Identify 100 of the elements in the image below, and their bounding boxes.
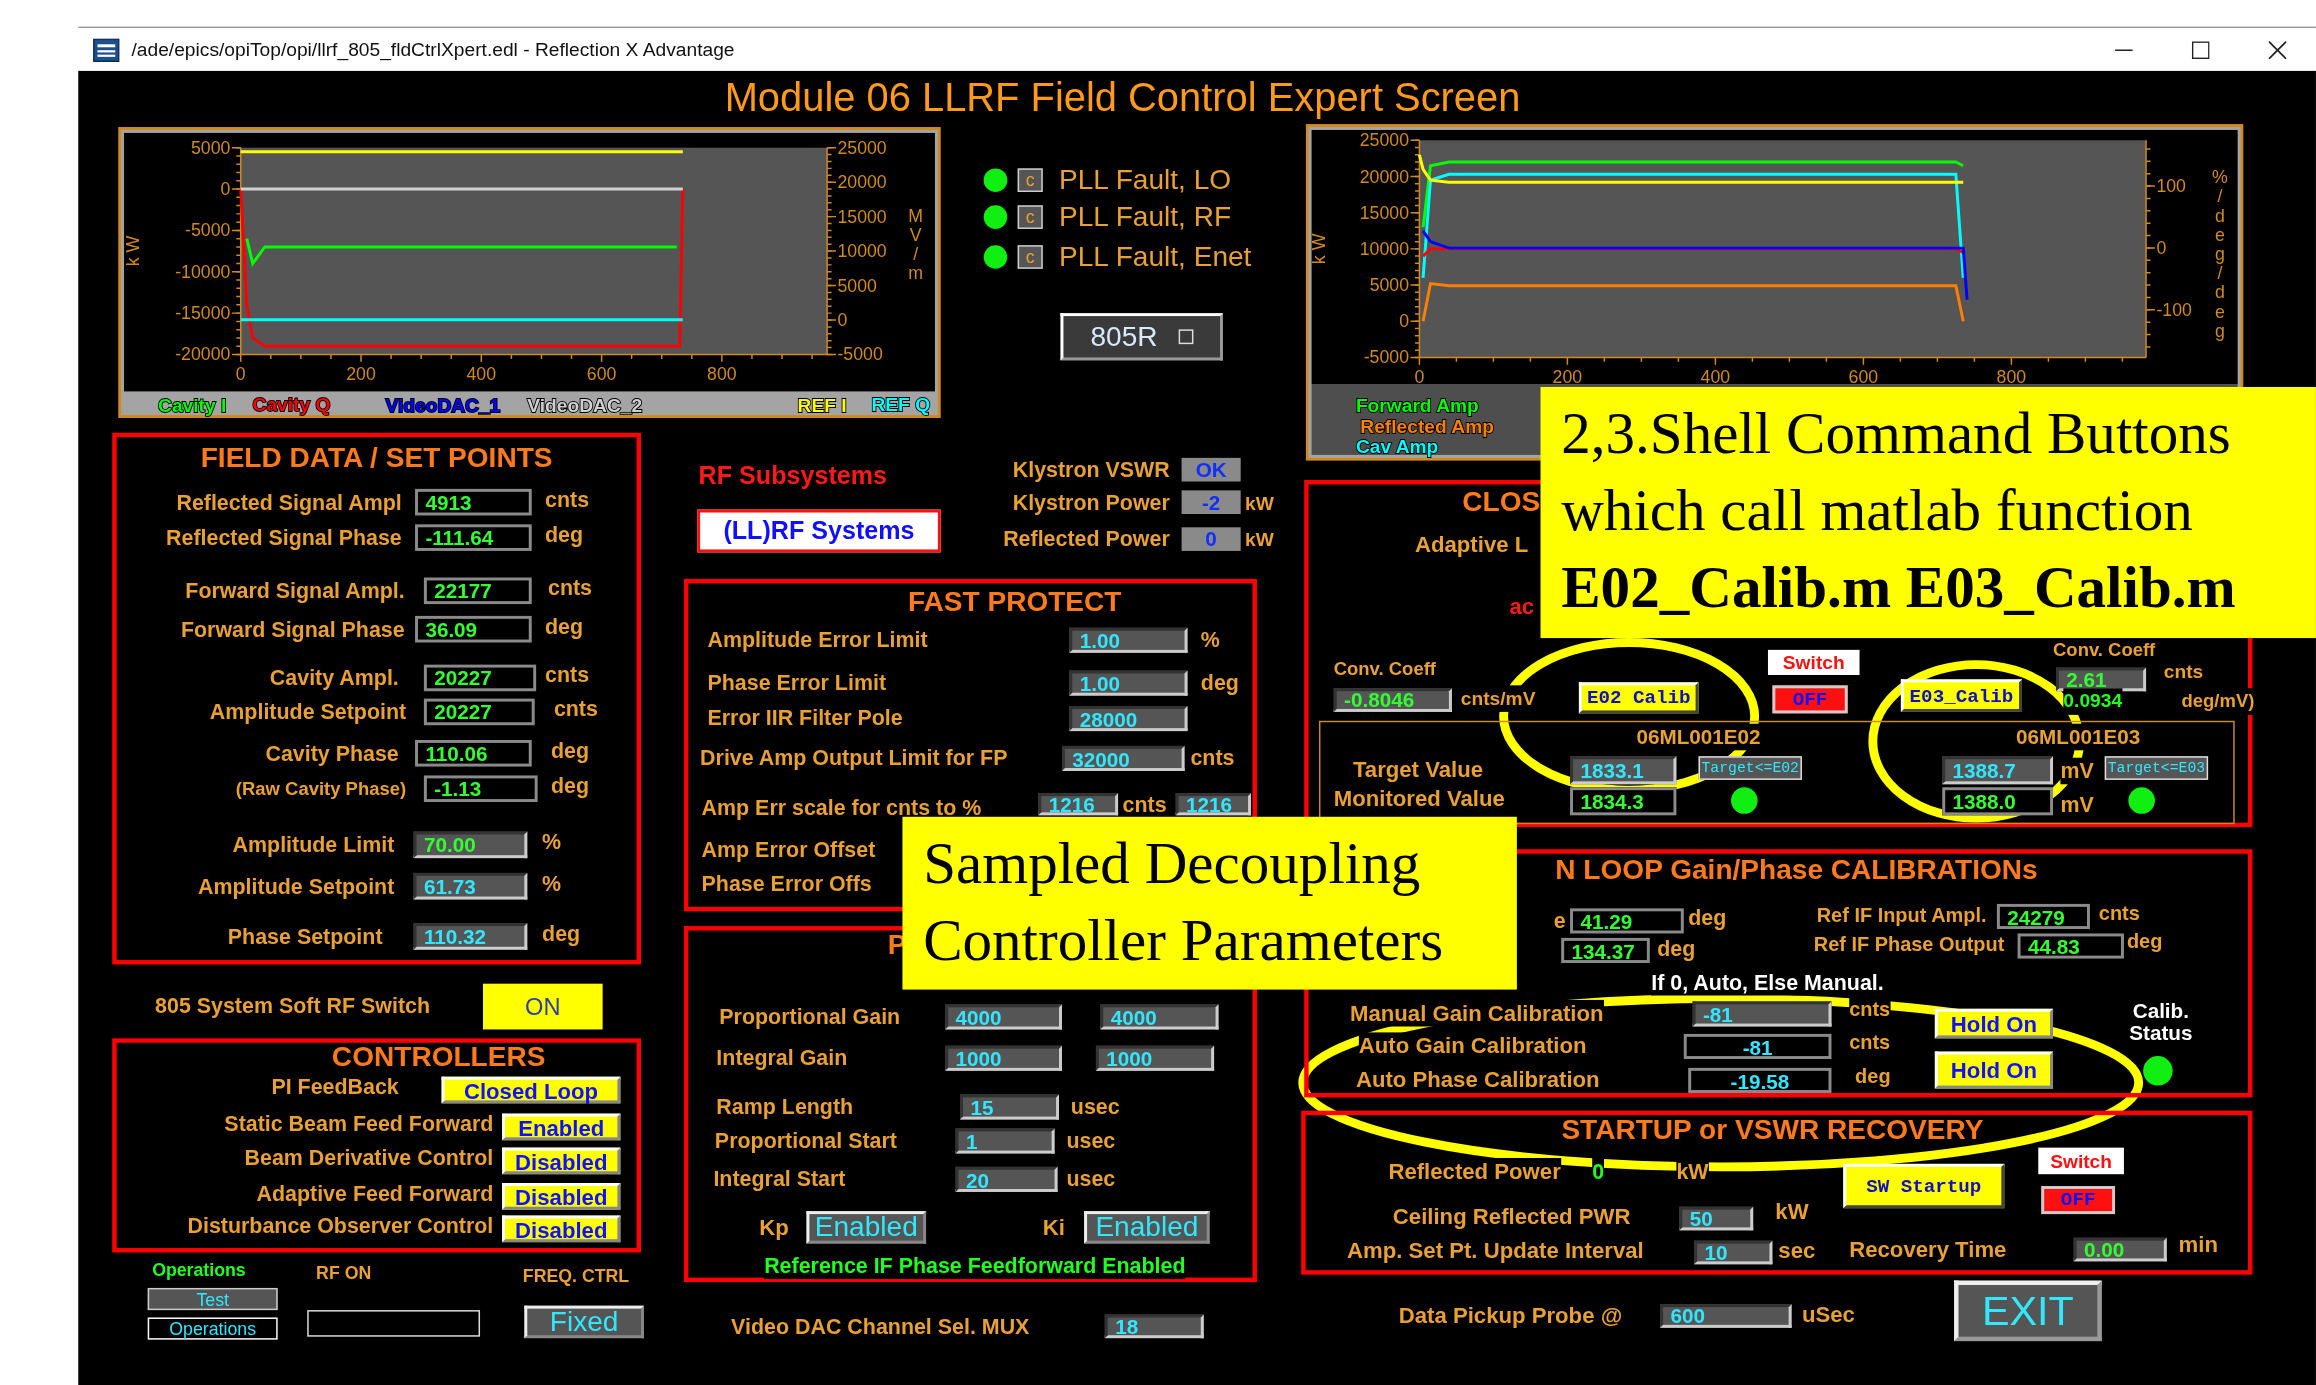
secondary-axis-tick-label: 5000 (837, 275, 877, 296)
input-field[interactable]: 1388.7 (1942, 756, 2054, 785)
toggle-button[interactable]: Enabled (502, 1113, 621, 1141)
label: cnts/mV (1460, 685, 1536, 712)
input-field[interactable]: 18 (1104, 1314, 1204, 1339)
status-display: OK (1181, 457, 1241, 482)
label: Manual Gain Calibration (1350, 999, 1604, 1027)
axis-tick-label: 400 (1700, 366, 1731, 387)
legend-label: REF Q (871, 393, 931, 415)
input-field[interactable]: 600 (1660, 1304, 1792, 1328)
input-field[interactable]: -0.8046 (1333, 688, 1452, 712)
command-button[interactable]: E03_Calib (1900, 679, 2022, 712)
station-button[interactable]: 805R (1060, 313, 1223, 361)
command-button[interactable]: SW Startup (1843, 1163, 2005, 1209)
axis-tick-label: 200 (346, 363, 376, 384)
input-field[interactable]: 0.00 (2073, 1237, 2167, 1262)
readout-field: 110.06 (415, 740, 532, 767)
legend-label: Cavity Q (252, 393, 331, 415)
input-field[interactable]: 15 (960, 1094, 1059, 1120)
input-field[interactable]: 1833.1 (1570, 756, 1677, 785)
command-button[interactable]: E02 Calib (1578, 682, 1699, 714)
input-field[interactable]: 1216 (1038, 793, 1119, 816)
input-field[interactable]: 1 (955, 1128, 1055, 1154)
legend-label: VideoDAC_1 (385, 395, 501, 417)
readout-field: 4913 (415, 488, 532, 516)
axis-tick-label: 25000 (1359, 130, 1410, 151)
callout-note: Sampled Decoupling Controller Parameters (902, 816, 1517, 990)
hold-button[interactable]: Hold On (1934, 1008, 2054, 1039)
input-field[interactable]: 2.61 (2056, 667, 2147, 692)
option-button[interactable]: Operations (147, 1317, 278, 1340)
input-field[interactable]: 1000 (1095, 1045, 1215, 1071)
axis-tick-label: 0 (1399, 311, 1410, 332)
secondary-axis-tick-label: -5000 (837, 344, 883, 365)
status-display: 0 (1181, 527, 1241, 551)
maximize-button[interactable] (2191, 40, 2210, 59)
input-field[interactable]: 50 (1679, 1206, 1754, 1231)
readout-field: 20227 (423, 664, 537, 692)
readout-field: 24279 (1996, 903, 2090, 930)
input-field[interactable]: 61.73 (413, 872, 528, 900)
close-button[interactable] (2268, 40, 2287, 59)
secondary-axis-tick-label: -100 (2156, 299, 2192, 320)
small-button[interactable]: c (1017, 205, 1043, 229)
readout-field: 41.29 (1570, 908, 1684, 934)
switch-label: Switch (1767, 649, 1860, 675)
axis-tick-label: 400 (466, 363, 497, 384)
input-field[interactable]: 1.00 (1069, 670, 1188, 696)
input-field[interactable]: 28000 (1069, 706, 1188, 732)
small-button[interactable]: c (1017, 168, 1043, 192)
square-icon (1178, 329, 1193, 345)
axis-tick-label: 600 (586, 363, 617, 384)
input-field[interactable]: -81 (1692, 1001, 1832, 1027)
legend-label: Cavity I (158, 395, 227, 417)
exit-button[interactable]: EXIT (1954, 1280, 2102, 1342)
axis-tick-label: 800 (1996, 366, 2027, 387)
readout-field: -19.58 (1688, 1067, 1832, 1093)
legend-label: VideoDAC_2 (527, 395, 643, 417)
secondary-axis-tick-label: 100 (2156, 176, 2186, 197)
status-label: Calib. Status (2128, 999, 2194, 1045)
app-icon (93, 37, 120, 62)
toggle-button[interactable]: Disabled (502, 1215, 621, 1243)
switch-button[interactable]: ON (483, 983, 603, 1030)
input-field[interactable]: 1000 (945, 1045, 1062, 1071)
axis-tick-label: -20000 (175, 344, 231, 365)
toggle-button[interactable]: Enabled (1084, 1211, 1210, 1244)
input-field[interactable]: 1216 (1175, 793, 1251, 816)
legend-label: Reflected Amp (1360, 415, 1494, 437)
label: 06ML001E02 (1636, 723, 1761, 751)
axis-tick-label: 800 (707, 363, 737, 384)
readout-field: 134.37 (1561, 937, 1650, 963)
axis-tick-label: 10000 (1359, 238, 1410, 259)
input-field[interactable]: 32000 (1061, 745, 1185, 771)
hold-button[interactable]: Hold On (1934, 1051, 2054, 1089)
secondary-axis-tick-label: 25000 (837, 137, 887, 158)
readout-field: 36.09 (415, 615, 532, 643)
secondary-axis-tick-label: 10000 (837, 241, 887, 262)
axis-tick-label: -5000 (185, 220, 231, 241)
option-button[interactable]: Test (147, 1287, 278, 1311)
secondary-axis-tick-label: 0 (2156, 237, 2167, 258)
axis-tick-label: 0 (220, 179, 231, 200)
input-field[interactable]: 70.00 (413, 831, 528, 859)
readout-field: 22177 (423, 577, 532, 605)
axis-title: k W (1308, 233, 1329, 265)
mode-button[interactable]: Fixed (524, 1305, 644, 1339)
input-field[interactable]: 110.32 (413, 923, 528, 950)
toggle-button[interactable]: Disabled (502, 1183, 621, 1210)
menu-button[interactable]: (LL)RF Systems (697, 509, 941, 553)
toggle-button[interactable]: Closed Loop (441, 1076, 621, 1104)
small-button[interactable]: c (1017, 245, 1043, 269)
input-field[interactable]: 4000 (945, 1004, 1062, 1030)
input-field[interactable]: 1.00 (1069, 627, 1188, 653)
toggle-button[interactable]: Disabled (502, 1147, 621, 1175)
readout-field: 44.83 (2017, 933, 2124, 959)
small-button[interactable]: Target<=E02 (1698, 756, 1802, 780)
input-field[interactable]: 10 (1694, 1240, 1773, 1265)
axis-tick-label: -15000 (175, 303, 231, 324)
small-button[interactable]: Target<=E03 (2104, 756, 2209, 780)
input-field[interactable]: 4000 (1100, 1004, 1219, 1030)
toggle-button[interactable]: Enabled (806, 1211, 927, 1244)
input-field[interactable]: 20 (955, 1166, 1058, 1192)
axis-title: k W (122, 235, 143, 267)
